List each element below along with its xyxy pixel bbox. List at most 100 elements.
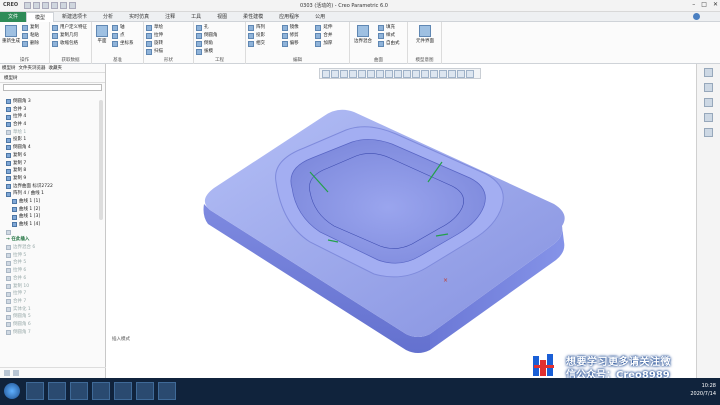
tree-row[interactable]: 投影 1 bbox=[0, 136, 104, 144]
tree-row[interactable]: 合并 4 bbox=[0, 121, 104, 129]
tree-row[interactable]: 拉伸 5 bbox=[0, 252, 104, 260]
tab-favorites[interactable]: 收藏夹 bbox=[49, 65, 63, 71]
redo-icon[interactable] bbox=[60, 2, 67, 9]
tree-row[interactable]: 阵列 4 / 曲线 1 bbox=[0, 190, 104, 198]
fill-button[interactable]: 填充 bbox=[378, 24, 405, 32]
udf-button[interactable]: 用户定义特征 bbox=[52, 24, 89, 32]
app-icon[interactable] bbox=[48, 382, 66, 400]
paste-button[interactable]: 粘贴 bbox=[22, 32, 47, 40]
tab-live-simulation[interactable]: 实时仿真 bbox=[121, 12, 157, 22]
merge-button[interactable]: 合并 bbox=[315, 32, 347, 40]
browser-icon[interactable] bbox=[704, 83, 713, 92]
point-button[interactable]: 点 bbox=[112, 32, 141, 40]
tab-analysis[interactable]: 分析 bbox=[95, 12, 121, 22]
search-icon[interactable] bbox=[704, 98, 713, 107]
tree-row[interactable]: 倒圆角 4 bbox=[0, 144, 104, 152]
tab-common[interactable]: 公用 bbox=[307, 12, 333, 22]
thicken-button[interactable]: 加厚 bbox=[315, 40, 347, 48]
tree-row[interactable]: 边界曲面 标识2722 bbox=[0, 183, 104, 191]
help-icon[interactable] bbox=[693, 13, 700, 20]
tree-row[interactable]: 草绘 1 bbox=[0, 129, 104, 137]
freestyle-button[interactable]: 自由式 bbox=[378, 40, 405, 48]
boundary-blend-button[interactable]: 边界混合 bbox=[352, 25, 374, 44]
app-icon[interactable] bbox=[114, 382, 132, 400]
extend-button[interactable]: 延伸 bbox=[315, 24, 347, 32]
hole-button[interactable]: 孔 bbox=[196, 24, 243, 32]
tree-row[interactable]: 实体化 1 bbox=[0, 306, 104, 314]
mirror-button[interactable]: 镜像 bbox=[281, 24, 314, 32]
tab-model[interactable]: 模型 bbox=[26, 12, 55, 22]
round-button[interactable]: 倒圆角 bbox=[196, 32, 243, 40]
undo-icon[interactable] bbox=[51, 2, 58, 9]
app-icon[interactable] bbox=[158, 382, 176, 400]
tree-row[interactable]: 倒圆角 7 bbox=[0, 329, 104, 337]
tree-row[interactable]: 曲线 1 [3] bbox=[0, 213, 104, 221]
tree-row[interactable]: 倒圆角 3 bbox=[0, 98, 104, 106]
project-button[interactable]: 投影 bbox=[248, 32, 280, 40]
appearance-gallery-icon[interactable] bbox=[704, 68, 713, 77]
tree-row[interactable] bbox=[0, 229, 104, 237]
tree-row[interactable]: 合并 7 bbox=[0, 298, 104, 306]
tree-row[interactable]: → 在此插入 bbox=[0, 236, 104, 244]
sketch-button[interactable]: 草绘 bbox=[146, 24, 191, 32]
layer-icon[interactable] bbox=[4, 370, 10, 376]
tree-row[interactable]: 合并 3 bbox=[0, 106, 104, 114]
app-icon[interactable] bbox=[92, 382, 110, 400]
tree-row[interactable]: 复制 10 bbox=[0, 283, 104, 291]
component-interface-button[interactable]: 元件界面 bbox=[412, 25, 438, 44]
tree-row[interactable]: 倒圆角 6 bbox=[0, 321, 104, 329]
tree-filter-input[interactable] bbox=[3, 84, 102, 91]
app-icon[interactable] bbox=[70, 382, 88, 400]
plane-button[interactable]: 平面 bbox=[93, 25, 111, 44]
offset-button[interactable]: 偏移 bbox=[281, 40, 314, 48]
minimize-button[interactable]: – bbox=[692, 1, 695, 8]
maximize-button[interactable]: □ bbox=[701, 1, 707, 8]
tab-view[interactable]: 视图 bbox=[209, 12, 235, 22]
graphics-area[interactable]: × 插入模式 bbox=[106, 64, 696, 378]
regenerate-icon[interactable] bbox=[69, 2, 76, 9]
copy-button[interactable]: 复制 bbox=[22, 24, 47, 32]
close-button[interactable]: ✕ bbox=[713, 1, 718, 8]
tab-flexible-modeling[interactable]: 柔性建模 bbox=[235, 12, 271, 22]
style-button[interactable]: 样式 bbox=[378, 32, 405, 40]
tab-applications[interactable]: 应用程序 bbox=[271, 12, 307, 22]
tree-row[interactable]: 复制 6 bbox=[0, 152, 104, 160]
save-icon[interactable] bbox=[42, 2, 49, 9]
settings-icon[interactable] bbox=[704, 113, 713, 122]
render-icon[interactable] bbox=[704, 128, 713, 137]
new-icon[interactable] bbox=[24, 2, 31, 9]
tab-model-tree[interactable]: 模型树 bbox=[2, 65, 16, 71]
regenerate-button[interactable]: 重新生成 bbox=[2, 25, 20, 44]
csys-button[interactable]: 坐标系 bbox=[112, 40, 141, 48]
tree-row[interactable]: 曲线 1 [1] bbox=[0, 198, 104, 206]
pattern-button[interactable]: 阵列 bbox=[248, 24, 280, 32]
tree-row[interactable]: 边界混合 6 bbox=[0, 244, 104, 252]
copy-geometry-button[interactable]: 复制几何 bbox=[52, 32, 89, 40]
delete-button[interactable]: 删除 bbox=[22, 40, 47, 48]
filter-icon[interactable] bbox=[13, 370, 19, 376]
axis-button[interactable]: 轴 bbox=[112, 24, 141, 32]
tree-row[interactable]: 拉伸 7 bbox=[0, 290, 104, 298]
tree-row[interactable]: 拉伸 6 bbox=[0, 267, 104, 275]
tree-row[interactable]: 合并 5 bbox=[0, 259, 104, 267]
tab-tools[interactable]: 工具 bbox=[183, 12, 209, 22]
extrude-button[interactable]: 拉伸 bbox=[146, 32, 191, 40]
draft-button[interactable]: 拔模 bbox=[196, 48, 243, 56]
sweep-button[interactable]: 扫描 bbox=[146, 48, 191, 56]
tree-row[interactable]: 复制 8 bbox=[0, 167, 104, 175]
tab-folder-browser[interactable]: 文件夹浏览器 bbox=[19, 65, 46, 71]
chamfer-button[interactable]: 倒角 bbox=[196, 40, 243, 48]
app-icon[interactable] bbox=[136, 382, 154, 400]
tree-row[interactable]: 曲线 1 [4] bbox=[0, 221, 104, 229]
tree-scrollbar[interactable] bbox=[99, 100, 103, 220]
tree-row[interactable]: 复制 9 bbox=[0, 175, 104, 183]
intersect-button[interactable]: 相交 bbox=[248, 40, 280, 48]
tree-row[interactable]: 倒圆角 5 bbox=[0, 313, 104, 321]
open-icon[interactable] bbox=[33, 2, 40, 9]
trim-button[interactable]: 修剪 bbox=[281, 32, 314, 40]
revolve-button[interactable]: 旋转 bbox=[146, 40, 191, 48]
3d-model-viewport[interactable]: × bbox=[106, 64, 696, 378]
tab-new[interactable]: 新建选项卡 bbox=[54, 12, 95, 22]
tree-row[interactable]: 复制 7 bbox=[0, 160, 104, 168]
tab-annotate[interactable]: 注释 bbox=[157, 12, 183, 22]
